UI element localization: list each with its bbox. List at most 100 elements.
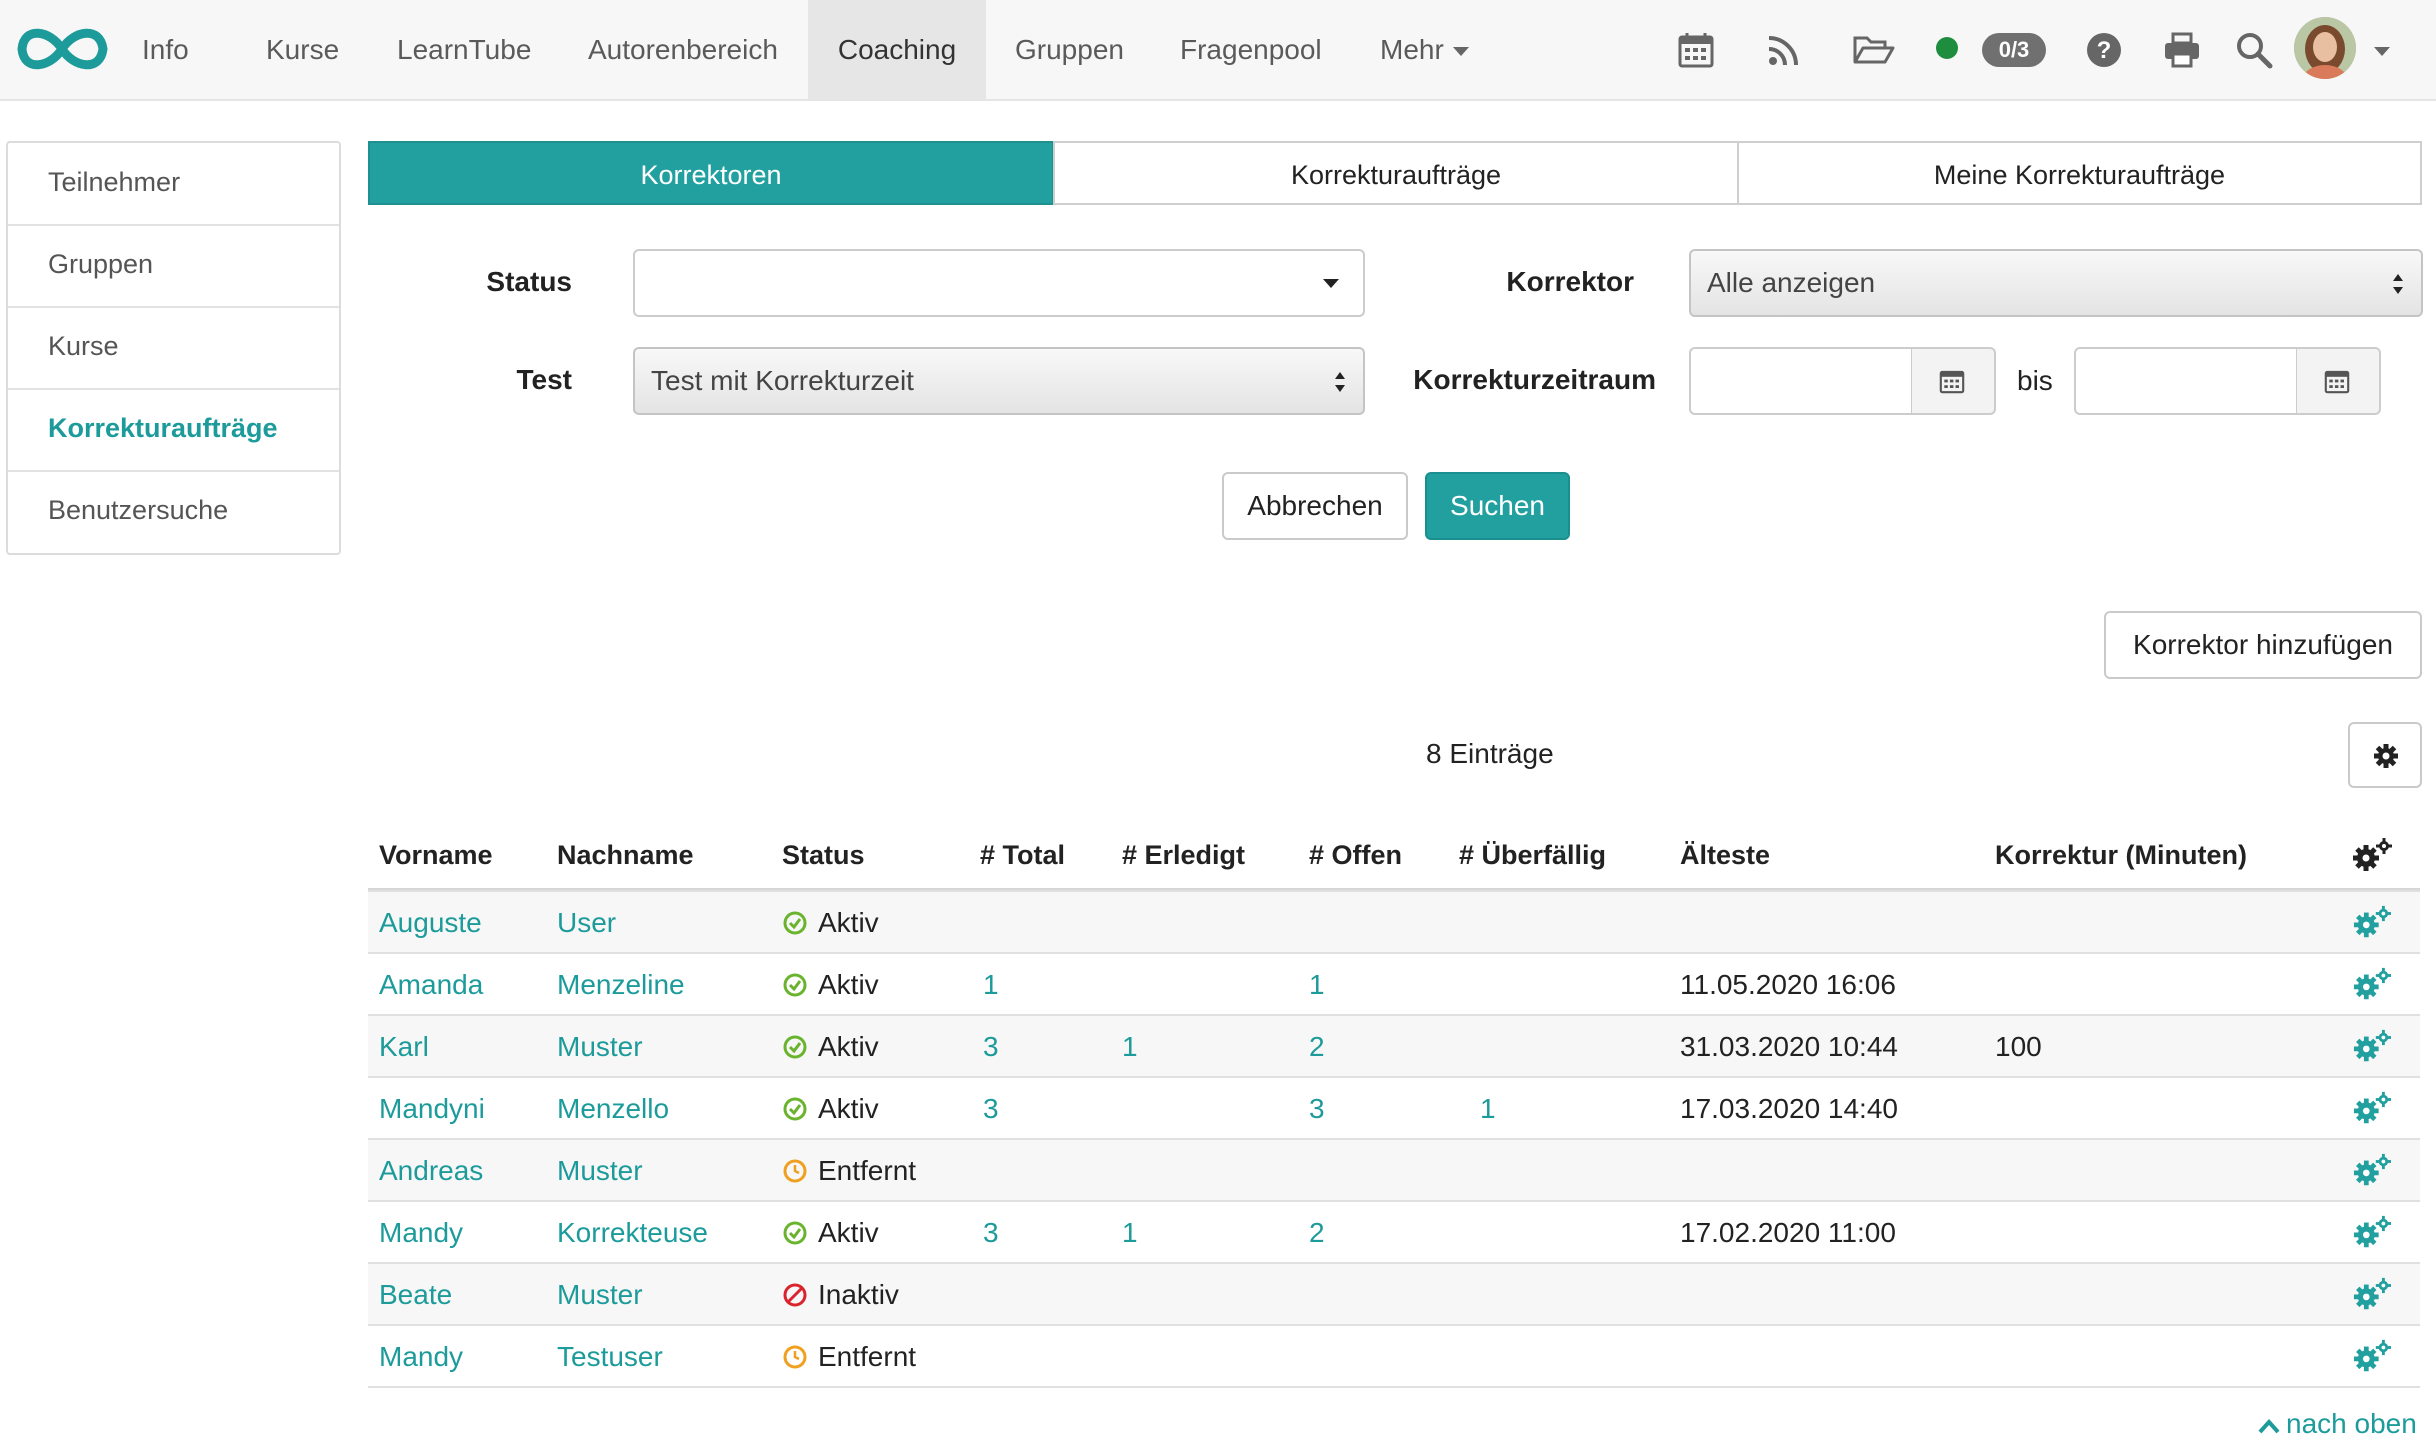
- online-status-dot[interactable]: [1936, 37, 1958, 59]
- sidebar-item-teilnehmer[interactable]: Teilnehmer: [8, 143, 339, 226]
- cell-erledigt[interactable]: 1: [1122, 1031, 1138, 1063]
- col-header-status[interactable]: Status: [782, 840, 865, 871]
- nav-autorenbereich[interactable]: Autorenbereich: [588, 0, 778, 99]
- nav-gruppen[interactable]: Gruppen: [1015, 0, 1124, 99]
- row-actions-gear-icon[interactable]: [2350, 1338, 2394, 1376]
- cell-nachname[interactable]: Muster: [557, 1031, 643, 1063]
- cell-offen[interactable]: 3: [1309, 1093, 1325, 1125]
- cell-nachname[interactable]: User: [557, 907, 616, 939]
- col-header-vorname[interactable]: Vorname: [379, 840, 493, 871]
- test-select[interactable]: Test mit Korrekturzeit: [633, 347, 1365, 415]
- col-header-nachname[interactable]: Nachname: [557, 840, 694, 871]
- cell-ueberfaellig[interactable]: 1: [1480, 1093, 1496, 1125]
- cell-vorname[interactable]: Mandy: [379, 1341, 463, 1373]
- table-row: Mandy Korrekteuse Aktiv 3 1 2 17.02.2020 11:00: [368, 1200, 2420, 1264]
- openolat-logo[interactable]: [10, 22, 115, 76]
- col-header-total[interactable]: # Total: [980, 840, 1065, 871]
- sidebar-item-label: Gruppen: [48, 249, 154, 279]
- date-to-picker-button[interactable]: [2297, 347, 2381, 415]
- row-actions-gear-icon[interactable]: [2350, 1090, 2394, 1128]
- sidebar-item-label: Benutzersuche: [48, 495, 229, 525]
- row-actions-gear-icon[interactable]: [2350, 966, 2394, 1004]
- cancel-button[interactable]: Abbrechen: [1222, 472, 1408, 540]
- folder-open-icon[interactable]: [1852, 30, 1896, 70]
- user-menu-caret-icon[interactable]: [2374, 47, 2390, 56]
- calendar-icon: [2324, 370, 2350, 394]
- back-to-top-label: nach oben: [2286, 1408, 2417, 1439]
- notification-badge[interactable]: 0/3: [1982, 33, 2046, 67]
- status-select[interactable]: [633, 249, 1365, 317]
- cell-vorname[interactable]: Amanda: [379, 969, 483, 1001]
- tab-korrektoren[interactable]: Korrektoren: [368, 141, 1054, 205]
- check-circle-icon: [783, 911, 807, 935]
- nav-learntube[interactable]: LearnTube: [397, 0, 531, 99]
- cell-nachname[interactable]: Muster: [557, 1279, 643, 1311]
- cell-nachname[interactable]: Korrekteuse: [557, 1217, 708, 1249]
- date-to-input[interactable]: [2074, 347, 2298, 415]
- sidebar-item-gruppen[interactable]: Gruppen: [8, 225, 339, 308]
- cell-total[interactable]: 3: [983, 1217, 999, 1249]
- user-avatar[interactable]: [2294, 17, 2356, 79]
- date-from-input[interactable]: [1689, 347, 1913, 415]
- cell-status: Inaktiv: [818, 1279, 899, 1310]
- row-actions-gear-icon[interactable]: [2350, 1214, 2394, 1252]
- select-arrows-icon: [1335, 372, 1345, 392]
- cell-nachname[interactable]: Testuser: [557, 1341, 663, 1373]
- row-actions-gear-icon[interactable]: [2350, 1152, 2394, 1190]
- col-header-ueberfaellig[interactable]: # Überfällig: [1459, 840, 1606, 871]
- bis-label: bis: [2017, 365, 2053, 396]
- sidebar-item-benutzersuche[interactable]: Benutzersuche: [8, 471, 339, 552]
- col-header-offen[interactable]: # Offen: [1309, 840, 1402, 871]
- cell-aelteste: 11.05.2020 16:06: [1680, 969, 1896, 1000]
- cell-erledigt[interactable]: 1: [1122, 1217, 1138, 1249]
- cell-total[interactable]: 3: [983, 1093, 999, 1125]
- row-actions-gear-icon[interactable]: [2350, 904, 2394, 942]
- nav-info[interactable]: Info: [142, 0, 189, 99]
- cell-offen[interactable]: 2: [1309, 1031, 1325, 1063]
- cell-nachname[interactable]: Menzeline: [557, 969, 685, 1001]
- date-from-picker-button[interactable]: [1912, 347, 1996, 415]
- cell-vorname[interactable]: Beate: [379, 1279, 452, 1311]
- nav-mehr-label: Mehr: [1380, 34, 1444, 65]
- cell-total[interactable]: 3: [983, 1031, 999, 1063]
- col-header-aelteste[interactable]: Älteste: [1680, 840, 1770, 871]
- print-icon[interactable]: [2162, 30, 2202, 70]
- cell-vorname[interactable]: Mandyni: [379, 1093, 485, 1125]
- cell-nachname[interactable]: Muster: [557, 1155, 643, 1187]
- nav-fragenpool[interactable]: Fragenpool: [1180, 0, 1322, 99]
- nav-kurse[interactable]: Kurse: [266, 0, 339, 99]
- cell-vorname[interactable]: Andreas: [379, 1155, 483, 1187]
- column-settings-icon[interactable]: [2350, 836, 2394, 876]
- search-icon[interactable]: [2234, 30, 2274, 70]
- tab-korrekturauftraege[interactable]: Korrekturaufträge: [1053, 141, 1739, 205]
- col-header-korrektur-minuten[interactable]: Korrektur (Minuten): [1995, 840, 2247, 871]
- nav-mehr[interactable]: Mehr: [1380, 0, 1444, 99]
- calendar-icon[interactable]: [1676, 30, 1716, 70]
- table-bottom-divider: [368, 1386, 2420, 1388]
- sidebar-item-korrekturauftraege[interactable]: Korrekturaufträge: [8, 389, 339, 472]
- col-header-erledigt[interactable]: # Erledigt: [1122, 840, 1245, 871]
- add-corrector-button[interactable]: Korrektor hinzufügen: [2104, 611, 2422, 679]
- sidebar-item-kurse[interactable]: Kurse: [8, 307, 339, 390]
- row-actions-gear-icon[interactable]: [2350, 1028, 2394, 1066]
- cell-status: Aktiv: [818, 1031, 879, 1062]
- cell-vorname[interactable]: Karl: [379, 1031, 429, 1063]
- cell-status: Aktiv: [818, 1217, 879, 1248]
- cell-offen[interactable]: 2: [1309, 1217, 1325, 1249]
- rss-icon[interactable]: [1764, 30, 1804, 70]
- table-settings-button[interactable]: [2348, 722, 2422, 788]
- help-icon[interactable]: ?: [2084, 30, 2124, 70]
- cell-vorname[interactable]: Auguste: [379, 907, 482, 939]
- back-to-top-link[interactable]: nach oben: [2258, 1408, 2417, 1440]
- cell-nachname[interactable]: Menzello: [557, 1093, 669, 1125]
- search-button[interactable]: Suchen: [1425, 472, 1570, 540]
- tab-meine-korrekturauftraege[interactable]: Meine Korrekturaufträge: [1737, 141, 2422, 205]
- row-actions-gear-icon[interactable]: [2350, 1276, 2394, 1314]
- cell-offen[interactable]: 1: [1309, 969, 1325, 1001]
- table-row: Karl Muster Aktiv 3 1 2 31.03.2020 10:44 100: [368, 1014, 2420, 1078]
- korrektor-select[interactable]: Alle anzeigen: [1689, 249, 2423, 317]
- nav-coaching[interactable]: Coaching: [808, 0, 986, 99]
- table-row: Mandy Testuser Entfernt: [368, 1324, 2420, 1388]
- cell-total[interactable]: 1: [983, 969, 999, 1001]
- cell-vorname[interactable]: Mandy: [379, 1217, 463, 1249]
